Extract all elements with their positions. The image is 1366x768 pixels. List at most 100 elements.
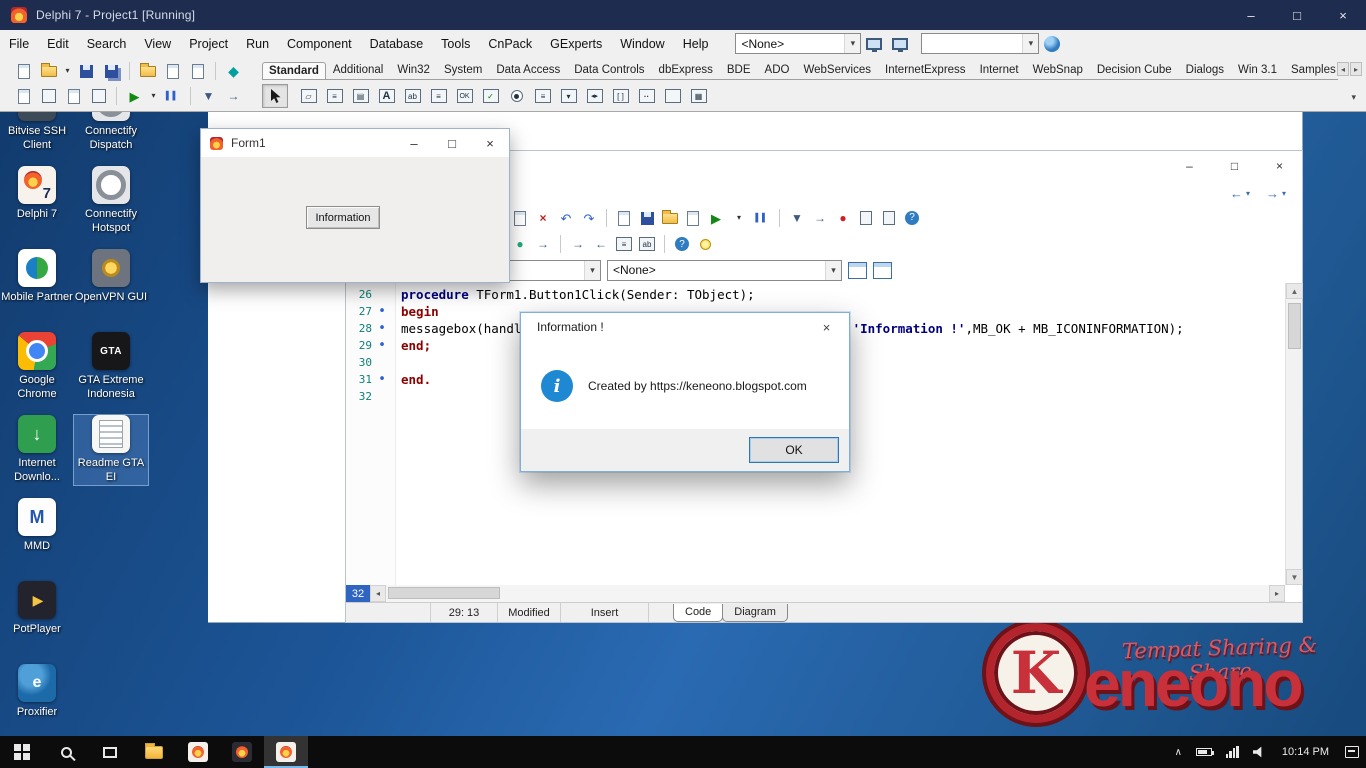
grid-view-alt-icon[interactable]: [873, 261, 892, 279]
scrollbar-component-icon[interactable]: [582, 85, 607, 108]
palette-tab-data-controls[interactable]: Data Controls: [567, 61, 651, 79]
desktop-icon-proxifier[interactable]: Proxifier: [0, 664, 74, 720]
horizontal-scroll-track[interactable]: [386, 585, 1269, 602]
trace-into-icon[interactable]: ▼: [197, 85, 220, 107]
ok-button[interactable]: OK: [749, 437, 839, 463]
cursor-tool-button[interactable]: [262, 84, 288, 108]
tip-bulb-icon[interactable]: [695, 234, 715, 254]
taskbar-search-button[interactable]: [44, 736, 88, 768]
editor-close-button[interactable]: ×: [1257, 151, 1302, 181]
scroll-down-icon[interactable]: ▼: [1286, 569, 1303, 585]
desktop-icon-mmd[interactable]: MMD: [0, 498, 74, 554]
taskbar-app-secondary[interactable]: [220, 736, 264, 768]
toolbar-overflow-icon[interactable]: ▾: [1351, 92, 1356, 103]
editor-search-combo[interactable]: ▾: [921, 33, 1040, 54]
grid-view-icon[interactable]: [848, 261, 867, 279]
form1-titlebar[interactable]: Form1 – □ ×: [201, 129, 509, 157]
paste-icon[interactable]: [510, 208, 530, 228]
indent-icon[interactable]: →: [568, 234, 588, 254]
palette-tab-additional[interactable]: Additional: [326, 61, 391, 79]
desktop-icon-idm[interactable]: Internet Downlo...: [0, 415, 74, 485]
browse-back-dropdown-icon[interactable]: ▾: [1246, 189, 1250, 198]
bookmark-icon[interactable]: ●: [510, 234, 530, 254]
actionlist-component-icon[interactable]: [686, 85, 711, 108]
groupbox-component-icon[interactable]: [608, 85, 633, 108]
form1-maximize-button[interactable]: □: [433, 129, 471, 157]
tray-chevron-icon[interactable]: ∧: [1168, 736, 1189, 768]
menu-run[interactable]: Run: [237, 37, 278, 51]
new-form-icon[interactable]: [87, 85, 110, 107]
run-icon[interactable]: ▶: [706, 208, 726, 228]
desktop-icon-gta[interactable]: GTA Extreme Indonesia: [74, 332, 148, 402]
evaluate-icon[interactable]: ?: [902, 208, 922, 228]
save-desktop-icon[interactable]: [862, 33, 886, 55]
save-all-icon[interactable]: [100, 60, 123, 82]
dialog-titlebar[interactable]: Information ! ×: [521, 313, 849, 341]
edit-component-icon[interactable]: [400, 85, 425, 108]
file-explorer-button[interactable]: [132, 736, 176, 768]
editor-minimize-button[interactable]: –: [1167, 151, 1212, 181]
none-selector-combo[interactable]: <None> ▾: [607, 259, 842, 281]
network-icon[interactable]: [1219, 736, 1246, 768]
button-component-icon[interactable]: [452, 85, 477, 108]
tab-code[interactable]: Code: [673, 603, 724, 622]
help-contents-icon[interactable]: ◆: [222, 60, 245, 82]
palette-tab-websnap[interactable]: WebSnap: [1026, 61, 1090, 79]
menu-file[interactable]: File: [0, 37, 38, 51]
radiogroup-component-icon[interactable]: [634, 85, 659, 108]
scroll-up-icon[interactable]: ▲: [1286, 283, 1303, 299]
desktop-layout-combo[interactable]: <None> ▾: [735, 33, 862, 54]
view-unit-icon[interactable]: [12, 85, 35, 107]
chevron-down-icon[interactable]: ▾: [584, 260, 600, 280]
desktop-icon-readme-gta[interactable]: Readme GTA EI: [73, 414, 149, 486]
label-component-icon[interactable]: [374, 85, 399, 108]
combobox-component-icon[interactable]: [556, 85, 581, 108]
menu-database[interactable]: Database: [361, 37, 433, 51]
run-dropdown-icon[interactable]: ▾: [729, 208, 749, 228]
open-dropdown-icon[interactable]: ▾: [62, 60, 73, 82]
palette-tab-decision-cube[interactable]: Decision Cube: [1090, 61, 1179, 79]
listbox-component-icon[interactable]: [530, 85, 555, 108]
desktop-icon-delphi7[interactable]: Delphi 7: [0, 166, 74, 222]
taskbar-clock[interactable]: 10:14 PM: [1273, 746, 1338, 758]
action-center-icon[interactable]: [1338, 736, 1366, 768]
minimize-button[interactable]: –: [1228, 0, 1274, 30]
menu-view[interactable]: View: [135, 37, 180, 51]
help-circle-icon[interactable]: ?: [672, 234, 692, 254]
tab-scroll-right-icon[interactable]: ▸: [1350, 62, 1362, 76]
goto-line-icon[interactable]: →: [533, 234, 553, 254]
chevron-down-icon[interactable]: ▾: [825, 260, 841, 280]
menu-search[interactable]: Search: [78, 37, 136, 51]
desktop-icon-mobile-partner[interactable]: Mobile Partner: [0, 249, 74, 305]
vertical-scroll-thumb[interactable]: [1288, 303, 1301, 349]
taskbar-app-delphi[interactable]: [176, 736, 220, 768]
desktop-icon-connectify-hotspot[interactable]: Connectify Hotspot: [74, 166, 148, 236]
frames-component-icon[interactable]: [296, 85, 321, 108]
menu-component[interactable]: Component: [278, 37, 361, 51]
volume-icon[interactable]: [1246, 736, 1273, 768]
chevron-down-icon[interactable]: ▾: [844, 34, 861, 53]
panel-component-icon[interactable]: [660, 85, 685, 108]
save-file-icon[interactable]: [75, 60, 98, 82]
view-form-icon[interactable]: [37, 85, 60, 107]
compile-icon[interactable]: [614, 208, 634, 228]
run-button[interactable]: ▶: [123, 85, 146, 107]
build-icon[interactable]: [637, 208, 657, 228]
form1-close-button[interactable]: ×: [471, 129, 509, 157]
menu-gexperts[interactable]: GExperts: [541, 37, 611, 51]
history-icon[interactable]: [683, 208, 703, 228]
palette-tab-dialogs[interactable]: Dialogs: [1179, 61, 1231, 79]
palette-tab-dbexpress[interactable]: dbExpress: [652, 61, 720, 79]
watch-icon[interactable]: [856, 208, 876, 228]
task-view-button[interactable]: [88, 736, 132, 768]
add-file-to-project-icon[interactable]: [161, 60, 184, 82]
trace-into-icon[interactable]: ▼: [787, 208, 807, 228]
browse-forward-dropdown-icon[interactable]: ▾: [1282, 189, 1286, 198]
menu-help[interactable]: Help: [674, 37, 718, 51]
toggle-form-unit-icon[interactable]: [62, 85, 85, 107]
install-icon[interactable]: [660, 208, 680, 228]
palette-tab-bde[interactable]: BDE: [720, 61, 758, 79]
step-over-icon[interactable]: →: [222, 85, 245, 107]
app-titlebar[interactable]: Delphi 7 - Project1 [Running] – □ ×: [0, 0, 1366, 30]
redo-icon[interactable]: ↷: [579, 208, 599, 228]
